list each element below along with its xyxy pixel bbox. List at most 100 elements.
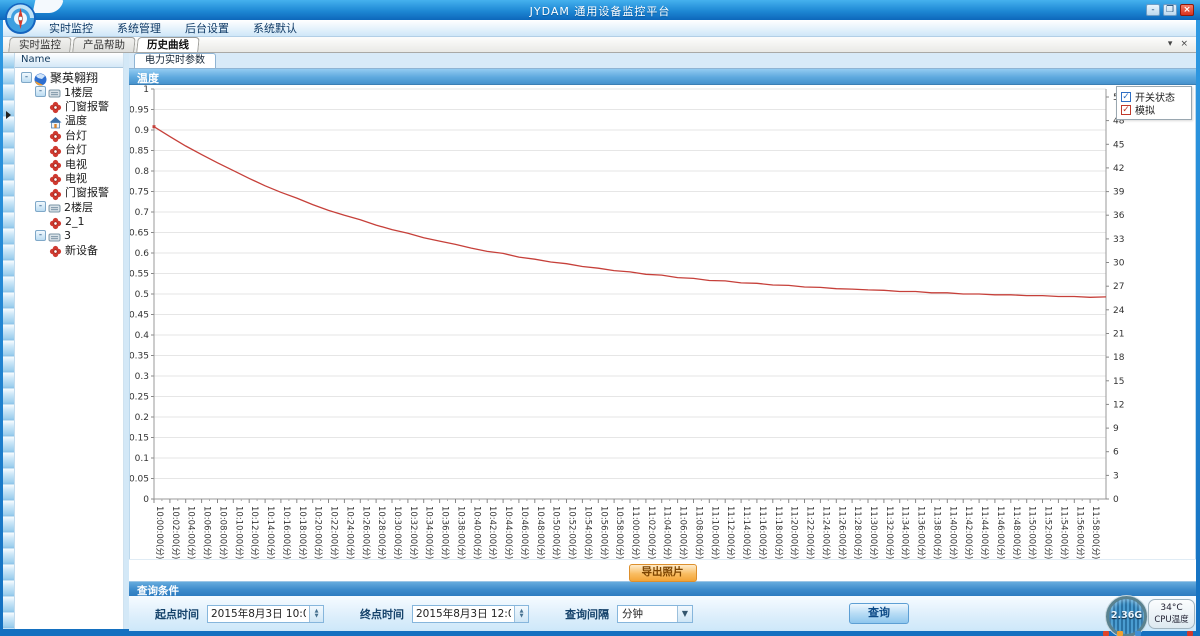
end-time-input[interactable] xyxy=(413,607,514,621)
svg-text:11:32:00(分): 11:32:00(分) xyxy=(884,506,894,559)
tab-overflow-icon[interactable]: ▾ xyxy=(1168,39,1173,49)
export-photo-button[interactable]: 导出照片 xyxy=(629,564,697,582)
svg-text:11:20:00(分): 11:20:00(分) xyxy=(789,506,799,559)
tree-item-label: 2楼层 xyxy=(64,199,93,215)
tree-item[interactable]: 台灯 xyxy=(15,128,123,142)
close-button[interactable]: × xyxy=(1180,4,1194,16)
svg-text:11:24:00(分): 11:24:00(分) xyxy=(820,506,830,559)
query-button[interactable]: 查询 xyxy=(849,603,909,624)
tree-item[interactable]: 2_1 xyxy=(15,214,123,228)
legend-checkbox[interactable]: ✓ xyxy=(1121,105,1131,115)
tree-item[interactable]: 电视 xyxy=(15,171,123,185)
svg-text:10:46:00(分): 10:46:00(分) xyxy=(519,506,529,559)
legend-item[interactable]: ✓ 模拟 xyxy=(1121,103,1187,116)
svg-text:10:52:00(分): 10:52:00(分) xyxy=(567,506,577,559)
tree-item[interactable]: 电视 xyxy=(15,156,123,170)
device-icon xyxy=(48,229,61,242)
tree-item[interactable]: -3 xyxy=(15,228,123,242)
tree-item[interactable]: -1楼层 xyxy=(15,84,123,98)
svg-text:3: 3 xyxy=(1113,471,1119,481)
collapse-strip[interactable] xyxy=(3,53,15,629)
tab[interactable]: 历史曲线 xyxy=(136,37,200,52)
taskbar-peek xyxy=(1095,630,1200,636)
tree-item[interactable]: 门窗报警 xyxy=(15,99,123,113)
svg-text:0.45: 0.45 xyxy=(130,311,149,321)
fan-icon xyxy=(49,243,62,256)
start-time-input[interactable] xyxy=(208,607,309,621)
house-icon xyxy=(49,114,62,127)
svg-text:11:02:00(分): 11:02:00(分) xyxy=(646,506,656,559)
tree-item[interactable]: 台灯 xyxy=(15,142,123,156)
svg-text:11:30:00(分): 11:30:00(分) xyxy=(868,506,878,559)
svg-text:10:04:00(分): 10:04:00(分) xyxy=(186,506,196,559)
chevron-down-icon[interactable]: ▼ xyxy=(677,606,692,622)
cpu-temp-badge[interactable]: 34°C CPU温度 xyxy=(1148,599,1195,629)
svg-text:10:14:00(分): 10:14:00(分) xyxy=(265,506,275,559)
tree-item[interactable]: - 2楼层 xyxy=(15,200,123,214)
main-panel: 电力实时参数 温度 10.950.90.850.80.750.70.650.60… xyxy=(129,53,1196,629)
svg-text:11:46:00(分): 11:46:00(分) xyxy=(995,506,1005,559)
device-tree: -聚英翱翔-1楼层门窗报警温度台灯台灯电视电视门窗报警-2楼层2_1-3新设备 xyxy=(15,68,123,257)
svg-text:0.9: 0.9 xyxy=(135,126,150,136)
cpu-temp-value: 34°C xyxy=(1149,603,1194,613)
title-bar[interactable]: JYDAM 通用设备监控平台 - ❐ × xyxy=(0,0,1200,20)
svg-text:10:58:00(分): 10:58:00(分) xyxy=(614,506,624,559)
legend-label: 模拟 xyxy=(1135,102,1155,117)
svg-text:11:44:00(分): 11:44:00(分) xyxy=(979,506,989,559)
menu-bar: 实时监控系统管理后台设置系统默认 xyxy=(3,20,1196,37)
spinner-down-icon[interactable]: ▼ xyxy=(520,614,524,619)
svg-text:24: 24 xyxy=(1113,306,1125,316)
fan-icon xyxy=(49,99,62,112)
svg-text:10:44:00(分): 10:44:00(分) xyxy=(503,506,513,559)
menu-item[interactable]: 实时监控 xyxy=(44,19,98,37)
svg-text:10:12:00(分): 10:12:00(分) xyxy=(249,506,259,559)
tab-close-icon[interactable]: × xyxy=(1180,39,1188,49)
collapse-arrow-icon[interactable] xyxy=(6,111,11,119)
legend-checkbox[interactable]: ✓ xyxy=(1121,92,1131,102)
maximize-button[interactable]: ❐ xyxy=(1163,4,1177,16)
start-time-spinner[interactable]: ▲▼ xyxy=(309,606,323,622)
tree-expander-minus-icon[interactable]: - xyxy=(35,201,46,212)
cpu-temp-label: CPU温度 xyxy=(1149,613,1194,625)
tree-expander-minus-icon[interactable]: - xyxy=(35,230,46,241)
tree-item[interactable]: 门窗报警 xyxy=(15,185,123,199)
tree-item[interactable]: -聚英翱翔 xyxy=(15,70,123,84)
tree-item[interactable]: 温度 xyxy=(15,113,123,127)
svg-text:11:16:00(分): 11:16:00(分) xyxy=(757,506,767,559)
spinner-down-icon[interactable]: ▼ xyxy=(315,614,319,619)
chart-legend: ✓开关状态✓模拟 xyxy=(1116,86,1192,120)
svg-text:1: 1 xyxy=(143,85,149,95)
svg-text:11:58:00(分): 11:58:00(分) xyxy=(1090,506,1100,559)
export-row: 导出照片 xyxy=(129,559,1196,581)
svg-text:0.7: 0.7 xyxy=(135,208,149,218)
tab[interactable]: 实时监控 xyxy=(8,37,72,52)
svg-text:0.15: 0.15 xyxy=(130,434,149,444)
tree-header: Name xyxy=(15,53,123,68)
menu-item[interactable]: 系统管理 xyxy=(112,19,166,37)
end-time-label: 终点时间 xyxy=(360,606,404,622)
fan-icon xyxy=(49,171,62,184)
svg-text:10:48:00(分): 10:48:00(分) xyxy=(535,506,545,559)
svg-text:11:42:00(分): 11:42:00(分) xyxy=(963,506,973,559)
svg-text:11:50:00(分): 11:50:00(分) xyxy=(1027,506,1037,559)
subtab-power-params[interactable]: 电力实时参数 xyxy=(134,53,216,68)
end-time-spinner[interactable]: ▲▼ xyxy=(514,606,528,622)
svg-text:10:32:00(分): 10:32:00(分) xyxy=(408,506,418,559)
svg-text:0.65: 0.65 xyxy=(130,229,149,239)
tree-expander-minus-icon[interactable]: - xyxy=(35,86,46,97)
svg-text:9: 9 xyxy=(1113,424,1119,434)
minimize-button[interactable]: - xyxy=(1146,4,1160,16)
fan-icon xyxy=(49,143,62,156)
interval-select[interactable]: 分钟 ▼ xyxy=(617,605,693,623)
tree-expander-minus-icon[interactable]: - xyxy=(21,72,32,83)
start-time-label: 起点时间 xyxy=(155,606,199,622)
memory-value: 2.36G xyxy=(1109,599,1144,633)
tab[interactable]: 产品帮助 xyxy=(72,37,136,52)
svg-text:10:50:00(分): 10:50:00(分) xyxy=(551,506,561,559)
menu-item[interactable]: 系统默认 xyxy=(248,19,302,37)
menu-item[interactable]: 后台设置 xyxy=(180,19,234,37)
tree-item[interactable]: 新设备 xyxy=(15,243,123,257)
svg-text:10:02:00(分): 10:02:00(分) xyxy=(170,506,180,559)
chart-area: 10.950.90.850.80.750.70.650.60.550.50.45… xyxy=(129,85,1196,559)
device-icon xyxy=(48,85,61,98)
